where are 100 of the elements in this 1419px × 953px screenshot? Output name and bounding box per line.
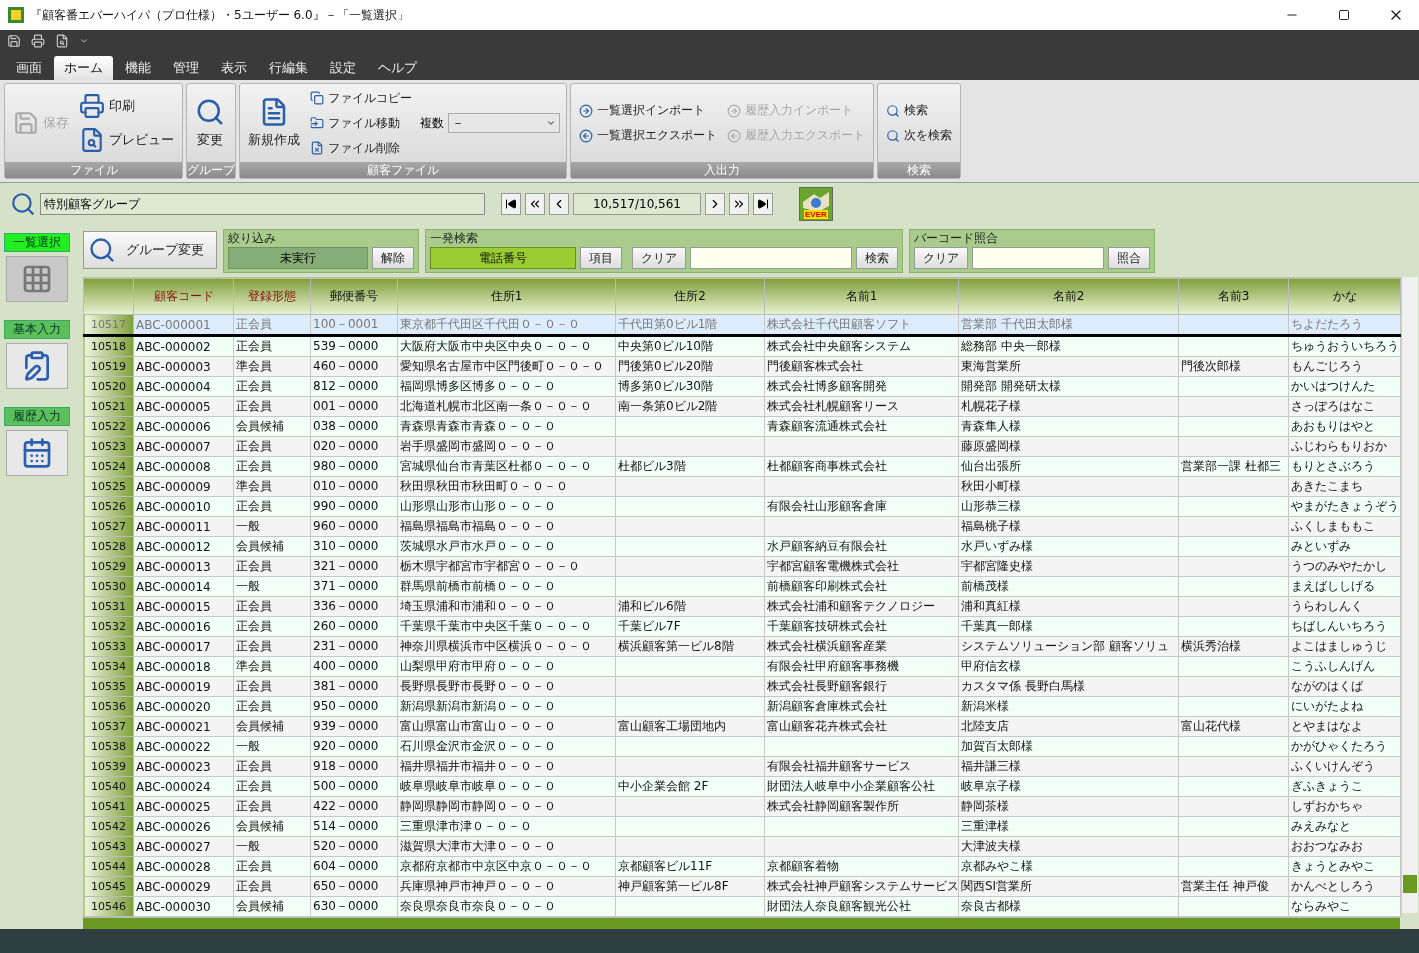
table-cell: 準会員: [233, 476, 311, 497]
next-record-button[interactable]: [705, 193, 725, 215]
table-cell: 岐阜京子様: [958, 776, 1179, 797]
ribbon-button[interactable]: ファイル削除: [308, 137, 414, 159]
table-row[interactable]: 10529 ABC-000013 正会員 321－0000 栃木県宇都宮市宇都宮０－０－０ 宇都宮顧客電機株式会社 宇都宮隆史様 うつのみやたかし: [83, 556, 1401, 577]
table-row[interactable]: 10532 ABC-000016 正会員 260－0000 千葉県千葉市中央区千葉０－０－０ 千葉ビル7F 千葉顧客技研株式会社 千葉真一郎様 ちばしんいちろう: [83, 616, 1401, 637]
table-row[interactable]: 10517 ABC-000001 正会員 100－0001 東京都千代田区千代田０－０－０ 千代田第0ビル1階 株式会社千代田顧客ソフト 営業部 千代田太郎様 ちよだたろう: [83, 314, 1401, 336]
table-row[interactable]: 10519 ABC-000003 準会員 460－0000 愛知県名古屋市中区門後町０－０－０ 門後第0ビル20階 門後顧客株式会社 東海営業所 門後次郎様 もんごじろう: [83, 356, 1401, 377]
table-cell: 正会員: [233, 556, 311, 577]
table-row[interactable]: 10543 ABC-000027 一般 520－0000 滋賀県大津市大津０－０－０ 大津波夫様 おおつなみお: [83, 836, 1401, 857]
scroll-thumb[interactable]: [1403, 875, 1417, 893]
column-header[interactable]: 名前1: [764, 277, 959, 315]
table-row[interactable]: 10539 ABC-000023 正会員 918－0000 福井県福井市福井０－０－０ 有限会社福井顧客サービス 福井謙三様 ふくいけんぞう: [83, 756, 1401, 777]
ribbon-button[interactable]: プレビュー: [77, 125, 176, 155]
ribbon-tab[interactable]: 設定: [320, 56, 366, 80]
ribbon-tab[interactable]: ヘルプ: [368, 56, 427, 80]
table-cell: 千代田第0ビル1階: [615, 314, 765, 336]
table-row[interactable]: 10535 ABC-000019 正会員 381－0000 長野県長野市長野０－０－０ 株式会社長野顧客銀行 カスタマ係 長野白馬様 ながのはくば: [83, 676, 1401, 697]
match-button[interactable]: 照合: [1108, 247, 1150, 269]
table-row[interactable]: 10538 ABC-000022 一般 920－0000 石川県金沢市金沢０－０－０ 加賀百太郎様 かがひゃくたろう: [83, 736, 1401, 757]
column-header[interactable]: 住所2: [615, 277, 765, 315]
ribbon-tab[interactable]: ホーム: [54, 56, 113, 80]
logo-button[interactable]: EVER: [799, 187, 833, 221]
table-row[interactable]: 10526 ABC-000010 正会員 990－0000 山形県山形市山形０－０－０ 有限会社山形顧客倉庫 山形恭三様 やまがたきょうぞう: [83, 496, 1401, 517]
ribbon-button[interactable]: ファイル移動: [308, 112, 414, 134]
table-row[interactable]: 10533 ABC-000017 正会員 231－0000 神奈川県横浜市中区横浜０－０－０ 横浜顧客第一ビル8階 株式会社横浜顧客産業 システムソリューション部 顧客ソリュ 横浜秀治様 よこはましゅうじ: [83, 636, 1401, 657]
column-header[interactable]: 登録形態: [233, 277, 311, 315]
table-row[interactable]: 10537 ABC-000021 会員候補 939－0000 富山県富山市富山０－０－０ 富山顧客工場団地内 富山顧客花卉株式会社 北陸支店 富山花代様 とやまはなよ: [83, 716, 1401, 737]
column-header[interactable]: かな: [1288, 277, 1401, 315]
table-row[interactable]: 10540 ABC-000024 正会員 500－0000 岐阜県岐阜市岐阜０－０－０ 中小企業会館 2F 財団法人岐阜中小企業顧客公社 岐阜京子様 ぎふきょうこ: [83, 776, 1401, 797]
view-button[interactable]: [6, 343, 68, 389]
view-button[interactable]: [6, 256, 68, 302]
table-row[interactable]: 10525 ABC-000009 準会員 010－0000 秋田県秋田市秋田町０－０－０ 秋田小町様 あきたこまち: [83, 476, 1401, 497]
horizontal-scrollbar[interactable]: [83, 917, 1400, 929]
search-input[interactable]: [690, 247, 852, 269]
table-row[interactable]: 10521 ABC-000005 正会員 001－0000 北海道札幌市北区南一条０－０－０ 南一条第0ビル2階 株式会社札幌顧客リース 札幌花子様 さっぽろはなこ: [83, 396, 1401, 417]
table-row[interactable]: 10530 ABC-000014 一般 371－0000 群馬県前橋市前橋０－０－０ 前橋顧客印刷株式会社 前橋茂様 まえばししげる: [83, 576, 1401, 597]
table-cell: 260－0000: [310, 616, 398, 637]
ribbon-button[interactable]: ファイルコピー: [308, 87, 414, 109]
table-row[interactable]: 10541 ABC-000025 正会員 422－0000 静岡県静岡市静岡０－０－０ 株式会社静岡顧客製作所 静岡茶様 しずおかちゃ: [83, 796, 1401, 817]
table-row[interactable]: 10545 ABC-000029 正会員 650－0000 兵庫県神戸市神戸０－０－０ 神戸顧客第一ビル8F 株式会社神戸顧客システムサービス 関西SI営業所 営業主任 神戸俊 かんべとしろう: [83, 876, 1401, 897]
column-header[interactable]: 名前2: [958, 277, 1179, 315]
next-page-button[interactable]: [729, 193, 749, 215]
count-dropdown[interactable]: －: [448, 113, 560, 133]
table-cell: 正会員: [233, 335, 311, 357]
item-button[interactable]: 項目: [580, 247, 622, 269]
clear-filter-button[interactable]: 解除: [372, 247, 414, 269]
previous-record-button[interactable]: [549, 193, 569, 215]
last-record-button[interactable]: [753, 193, 773, 215]
ribbon-button[interactable]: 変更: [193, 95, 227, 151]
clear-button[interactable]: クリア: [632, 247, 686, 269]
ribbon-button[interactable]: 一覧選択エクスポート: [577, 125, 719, 146]
table-cell: 甲府信玄様: [958, 656, 1179, 677]
search-field-selector[interactable]: 電話番号: [430, 247, 576, 269]
column-header[interactable]: 名前3: [1178, 277, 1289, 315]
ribbon-tab[interactable]: 表示: [211, 56, 257, 80]
ribbon-button[interactable]: 次を検索: [884, 125, 954, 146]
first-icon: [505, 198, 517, 210]
table-row[interactable]: 10531 ABC-000015 正会員 336－0000 埼玉県浦和市浦和０－０－０ 浦和ビル6階 株式会社浦和顧客テクノロジー 浦和真紅様 うらわしんく: [83, 596, 1401, 617]
first-record-button[interactable]: [501, 193, 521, 215]
table-row[interactable]: 10536 ABC-000020 正会員 950－0000 新潟県新潟市新潟０－０－０ 新潟顧客倉庫株式会社 新潟米様 にいがたよね: [83, 696, 1401, 717]
table-row[interactable]: 10520 ABC-000004 正会員 812－0000 福岡県博多区博多０－０－０ 博多第0ビル30階 株式会社博多顧客開発 開発部 開発研太様 かいはつけんた: [83, 376, 1401, 397]
table-row[interactable]: 10523 ABC-000007 正会員 020－0000 岩手県盛岡市盛岡０－０－０ 藤原盛岡様 ふじわらもりおか: [83, 436, 1401, 457]
column-header[interactable]: 顧客コード: [133, 277, 234, 315]
column-header[interactable]: 住所1: [397, 277, 616, 315]
panel-title: バーコード照合: [914, 230, 999, 247]
table-row[interactable]: 10534 ABC-000018 準会員 400－0000 山梨県甲府市甲府０－０－０ 有限会社甲府顧客事務機 甲府信玄様 こうふしんげん: [83, 656, 1401, 677]
vertical-scrollbar[interactable]: [1401, 277, 1418, 913]
clear-button[interactable]: クリア: [914, 247, 968, 269]
table-row[interactable]: 10528 ABC-000012 会員候補 310－0000 茨城県水戸市水戸０－０－０ 水戸顧客納豆有限会社 水戸いずみ様 みといずみ: [83, 536, 1401, 557]
save-icon: [13, 110, 39, 136]
table-cell: 株式会社中央顧客システム: [764, 335, 959, 357]
table-row[interactable]: 10546 ABC-000030 会員候補 630－0000 奈良県奈良市奈良０－０－０ 財団法人奈良顧客観光公社 奈良古都様 ならみやこ: [83, 896, 1401, 917]
table-row[interactable]: 10518 ABC-000002 正会員 539－0000 大阪府大阪市中央区中央０－０－０ 中央第0ビル10階 株式会社中央顧客システム 総務部 中央一郎様 ちゅうおういちろう: [83, 335, 1401, 357]
view-button[interactable]: [6, 430, 68, 476]
ribbon-button[interactable]: 新規作成: [246, 95, 302, 151]
group-change-button[interactable]: グループ変更: [83, 231, 217, 269]
ribbon-button[interactable]: 一覧選択インポート: [577, 100, 719, 121]
group-name-field[interactable]: 特別顧客グループ: [40, 193, 485, 215]
table-cell: 神戸顧客第一ビル8F: [615, 876, 765, 897]
table-cell: 正会員: [233, 876, 311, 897]
ribbon-tab[interactable]: 管理: [163, 56, 209, 80]
ribbon-button[interactable]: 検索: [884, 100, 954, 121]
row-number: 10529: [83, 556, 134, 577]
ribbon-button[interactable]: 印刷: [77, 91, 176, 121]
table-cell: ABC-000009: [133, 476, 234, 497]
table-cell: ABC-000015: [133, 596, 234, 617]
table-cell: 正会員: [233, 636, 311, 657]
table-row[interactable]: 10542 ABC-000026 会員候補 514－0000 三重県津市津０－０－０ 三重津様 みえみなと: [83, 816, 1401, 837]
ribbon-tab[interactable]: 画面: [6, 56, 52, 80]
table-row[interactable]: 10527 ABC-000011 一般 960－0000 福島県福島市福島０－０－０ 福島桃子様 ふくしまももこ: [83, 516, 1401, 537]
ribbon-tab[interactable]: 機能: [115, 56, 161, 80]
ribbon-tab[interactable]: 行編集: [259, 56, 318, 80]
column-header[interactable]: 郵便番号: [310, 277, 398, 315]
search-button[interactable]: 検索: [856, 247, 898, 269]
barcode-input[interactable]: [972, 247, 1104, 269]
previous-page-button[interactable]: [525, 193, 545, 215]
table-row[interactable]: 10522 ABC-000006 会員候補 038－0000 青森県青森市青森０－０－０ 青森顧客流通株式会社 青森隼人様 あおもりはやと: [83, 416, 1401, 437]
table-row[interactable]: 10524 ABC-000008 正会員 980－0000 宮城県仙台市青葉区杜都０－０－０ 杜都ビル3階 杜都顧客商事株式会社 仙台出張所 営業部一課 杜都三 もりとさぶろう: [83, 456, 1401, 477]
table-row[interactable]: 10544 ABC-000028 正会員 604－0000 京都府京都市中京区中京０－０－０ 京都顧客ビル11F 京都顧客着物 京都みやこ様 きょうとみやこ: [83, 856, 1401, 877]
